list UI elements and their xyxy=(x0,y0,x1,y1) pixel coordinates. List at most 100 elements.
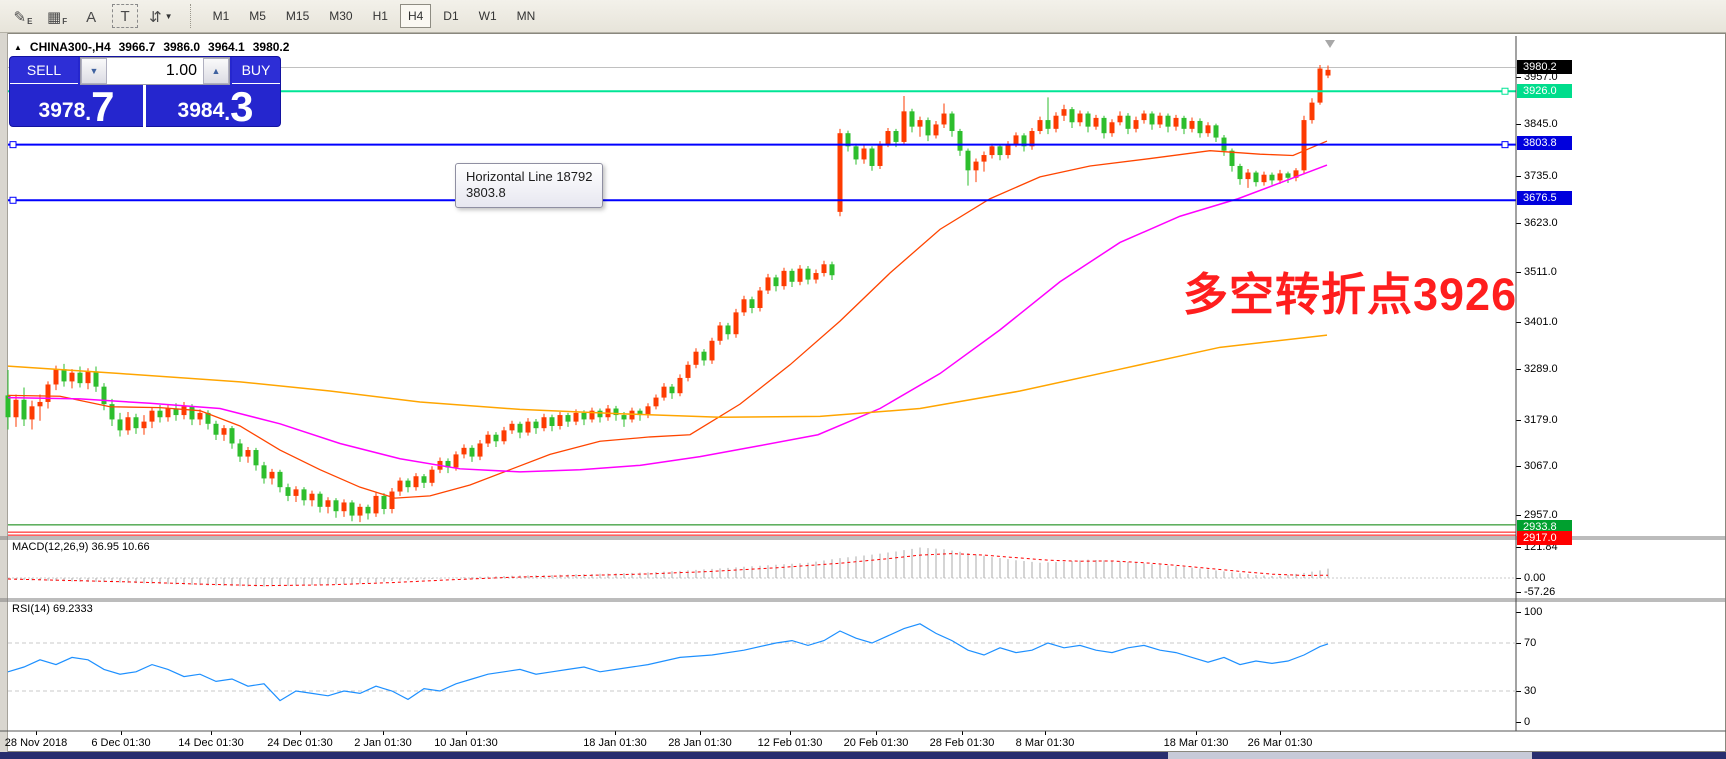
timeframe-h4[interactable]: H4 xyxy=(400,4,431,28)
pencil-icon: ✎ xyxy=(14,10,27,26)
timeframe-d1[interactable]: D1 xyxy=(435,4,466,28)
price-tick-label: 3511.0 xyxy=(1524,266,1594,278)
indicator-tick-mark xyxy=(1516,547,1521,548)
timeframe-w1[interactable]: W1 xyxy=(471,4,505,28)
price-tick-mark xyxy=(1516,223,1521,224)
time-tick-mark xyxy=(300,731,301,735)
price-tick-mark xyxy=(1516,420,1521,421)
grid-icon-sub: F xyxy=(62,17,67,26)
time-label: 12 Feb 01:30 xyxy=(758,737,823,749)
sell-price[interactable]: 3978.7 xyxy=(10,85,146,128)
arrows-icon: ⇵ xyxy=(149,10,162,26)
time-tick-mark xyxy=(790,731,791,735)
macd-label: MACD(12,26,9) 36.95 10.66 xyxy=(12,541,150,553)
price-tick-mark xyxy=(1516,77,1521,78)
chart-window xyxy=(0,33,1726,752)
time-label: 20 Feb 01:30 xyxy=(844,737,909,749)
price-tick-mark xyxy=(1516,515,1521,516)
price-badge-2917-0: 2917.0 xyxy=(1517,531,1572,545)
grid-tool-icon[interactable]: ▦ F xyxy=(44,4,70,28)
buy-price-frac: 3 xyxy=(230,88,253,126)
tooltip-title: Horizontal Line 18792 xyxy=(466,169,592,185)
timeframe-m15[interactable]: M15 xyxy=(278,4,317,28)
time-tick-mark xyxy=(121,731,122,735)
timeframe-row: M1M5M15M30H1H4D1W1MN xyxy=(205,4,548,28)
tooltip-value: 3803.8 xyxy=(466,185,592,201)
text-label-tool[interactable]: A xyxy=(78,4,104,28)
ohlc-low: 3964.1 xyxy=(208,40,245,54)
macd-axis-label: 0.00 xyxy=(1524,572,1594,584)
ohlc-high: 3986.0 xyxy=(163,40,200,54)
price-tick-mark xyxy=(1516,124,1521,125)
text-label-icon: A xyxy=(86,10,96,26)
draw-tool-icon[interactable]: ✎ E xyxy=(10,4,36,28)
time-label: 18 Mar 01:30 xyxy=(1164,737,1229,749)
timeframe-m1[interactable]: M1 xyxy=(205,4,238,28)
grid-icon: ▦ xyxy=(47,10,61,26)
time-tick-mark xyxy=(876,731,877,735)
time-tick-mark xyxy=(1196,731,1197,735)
buy-price[interactable]: 3984.3 xyxy=(149,85,282,128)
time-label: 18 Jan 01:30 xyxy=(583,737,647,749)
arrows-tool[interactable]: ⇵ ▼ xyxy=(146,4,176,28)
time-label: 28 Nov 2018 xyxy=(5,737,67,749)
time-label: 24 Dec 01:30 xyxy=(267,737,332,749)
indicator-tick-mark xyxy=(1516,592,1521,593)
sell-price-main: 3978 xyxy=(39,96,86,126)
time-tick-mark xyxy=(466,731,467,735)
timeframe-m30[interactable]: M30 xyxy=(321,4,360,28)
toolbar-separator xyxy=(190,4,195,28)
time-tick-mark xyxy=(36,731,37,735)
price-tick-label: 3623.0 xyxy=(1524,217,1594,229)
price-tick-label: 3735.0 xyxy=(1524,170,1594,182)
chevron-down-icon[interactable]: ▼ xyxy=(165,12,173,21)
time-tick-mark xyxy=(615,731,616,735)
buy-price-main: 3984 xyxy=(178,96,225,126)
macd-axis-label: -57.26 xyxy=(1524,586,1594,598)
time-label: 10 Jan 01:30 xyxy=(434,737,498,749)
ohlc-close: 3980.2 xyxy=(253,40,290,54)
indicator-tick-mark xyxy=(1516,578,1521,579)
window-left-border xyxy=(0,33,8,752)
timeframe-mn[interactable]: MN xyxy=(509,4,544,28)
price-badge-3926-0: 3926.0 xyxy=(1517,84,1572,98)
one-click-trade-panel: SELL ▼ ▲ BUY 3978.7 3984.3 xyxy=(9,56,281,127)
rsi-axis-label: 30 xyxy=(1524,685,1594,697)
rsi-axis-label: 100 xyxy=(1524,606,1594,618)
time-label: 2 Jan 01:30 xyxy=(354,737,412,749)
time-tick-mark xyxy=(211,731,212,735)
volume-input[interactable] xyxy=(107,58,203,84)
time-label: 8 Mar 01:30 xyxy=(1016,737,1075,749)
volume-decrease-button[interactable]: ▼ xyxy=(81,58,107,84)
time-tick-mark xyxy=(1280,731,1281,735)
collapse-arrow-icon[interactable]: ▲ xyxy=(14,43,22,52)
timeframe-m5[interactable]: M5 xyxy=(241,4,274,28)
price-badge-3980-2: 3980.2 xyxy=(1517,60,1572,74)
text-box-tool[interactable]: T xyxy=(112,4,138,28)
chart-symbol-title: CHINA300-,H4 xyxy=(30,40,111,54)
price-tick-label: 3845.0 xyxy=(1524,118,1594,130)
indicator-tick-mark xyxy=(1516,691,1521,692)
time-label: 26 Mar 01:30 xyxy=(1248,737,1313,749)
price-badge-3676-5: 3676.5 xyxy=(1517,191,1572,205)
time-label: 14 Dec 01:30 xyxy=(178,737,243,749)
price-tick-label: 3401.0 xyxy=(1524,316,1594,328)
ohlc-open: 3966.7 xyxy=(119,40,156,54)
pencil-icon-sub: E xyxy=(27,17,32,26)
time-tick-mark xyxy=(383,731,384,735)
time-label: 6 Dec 01:30 xyxy=(91,737,150,749)
sell-price-frac: 7 xyxy=(91,88,114,126)
toolbar: ✎ E ▦ F A T ⇵ ▼ M1M5M15M30H1H4D1W1MN xyxy=(0,0,1726,33)
sell-button[interactable]: SELL xyxy=(10,57,78,84)
price-tick-label: 3067.0 xyxy=(1524,460,1594,472)
price-tick-mark xyxy=(1516,369,1521,370)
text-box-icon: T xyxy=(120,9,129,25)
rsi-axis-label: 70 xyxy=(1524,637,1594,649)
timeframe-h1[interactable]: H1 xyxy=(365,4,396,28)
time-label: 28 Jan 01:30 xyxy=(668,737,732,749)
buy-button[interactable]: BUY xyxy=(232,57,280,84)
volume-increase-button[interactable]: ▲ xyxy=(203,58,229,84)
price-tick-mark xyxy=(1516,176,1521,177)
chart-text-annotation: 多空转折点3926 xyxy=(1183,258,1517,323)
price-tick-label: 3179.0 xyxy=(1524,414,1594,426)
